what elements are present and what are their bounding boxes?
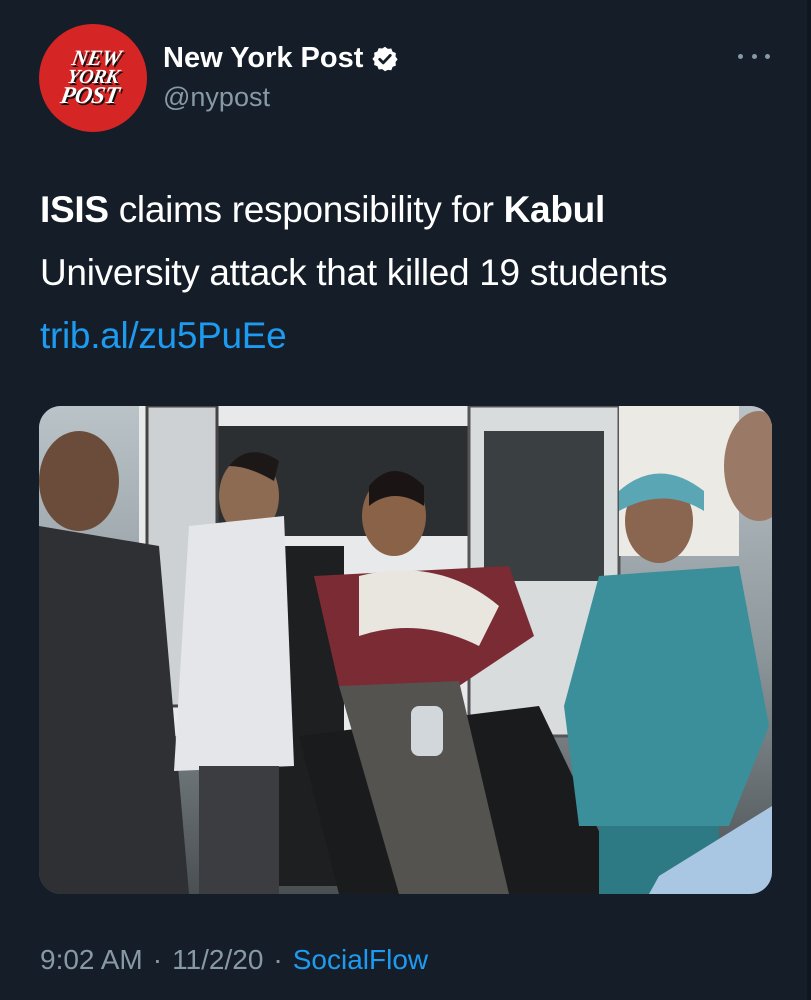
tweet-text-segment-bold: ISIS [40,189,109,230]
nypost-logo: NEW YORK POST [58,45,127,110]
more-options-icon[interactable] [738,46,770,66]
tweet-time[interactable]: 9:02 AM [40,944,143,976]
tweet-text-segment-bold: Kabul [503,189,606,230]
logo-line-3: POST [58,83,122,110]
tweet-source-link[interactable]: SocialFlow [293,944,428,976]
scrollbar-track [807,0,811,1000]
verified-badge-icon [371,45,399,73]
tweet-photo[interactable] [39,406,772,894]
meta-separator: · [273,944,283,975]
tweet-text-segment: claims responsibility for [108,189,504,230]
photo-scene [39,406,772,894]
tweet-text-segment: University attack that killed 19 student… [40,252,668,293]
author-handle[interactable]: @nypost [163,82,270,113]
tweet-card: NEW YORK POST New York Post @nypost ISIS… [0,0,811,1000]
meta-separator: · [152,944,163,975]
display-name-text: New York Post [163,42,364,74]
tweet-meta: 9:02 AM · 11/2/20 · SocialFlow [40,944,428,976]
author-display-name[interactable]: New York Post [163,42,399,75]
tweet-link[interactable]: trib.al/zu5PuEe [40,315,287,356]
tweet-date[interactable]: 11/2/20 [172,944,263,976]
author-avatar[interactable]: NEW YORK POST [39,24,147,132]
tweet-text: ISIS claims responsibility for Kabul Uni… [40,178,760,367]
